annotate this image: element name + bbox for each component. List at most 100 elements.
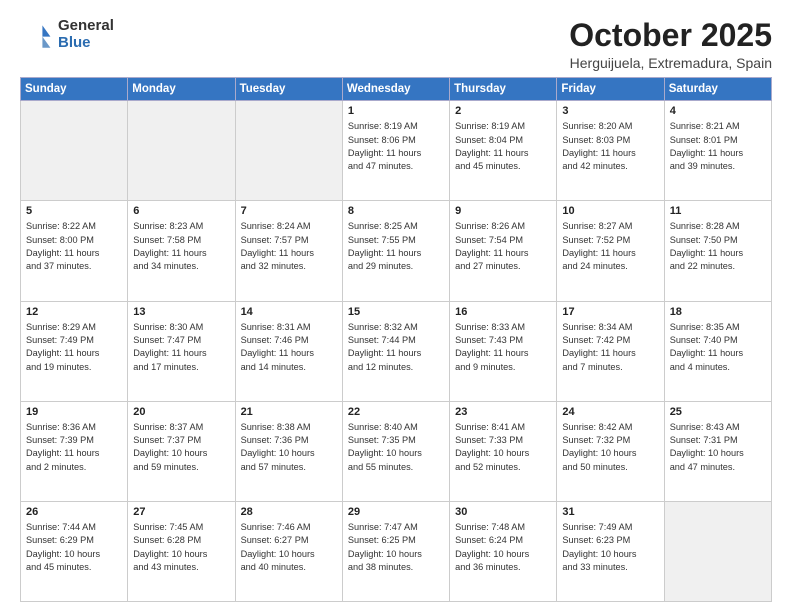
calendar-cell: 28 Sunrise: 7:46 AM Sunset: 6:27 PM Dayli… (235, 501, 342, 601)
day-info: Sunrise: 8:19 AM Sunset: 8:04 PM Dayligh… (455, 120, 551, 173)
day-info: Sunrise: 8:23 AM Sunset: 7:58 PM Dayligh… (133, 220, 229, 273)
calendar-cell: 3 Sunrise: 8:20 AM Sunset: 8:03 PM Daylig… (557, 101, 664, 201)
day-number: 27 (133, 506, 229, 518)
calendar-cell: 27Sunrise: 7:45 AM Sunset: 6:28 PM Dayli… (128, 501, 235, 601)
day-info: Sunrise: 8:29 AM Sunset: 7:49 PM Dayligh… (26, 321, 122, 374)
calendar-cell: 6 Sunrise: 8:23 AM Sunset: 7:58 PM Daylig… (128, 201, 235, 301)
page: General Blue October 2025 Herguijuela, E… (0, 0, 792, 612)
day-info: Sunrise: 8:34 AM Sunset: 7:42 PM Dayligh… (562, 321, 658, 374)
calendar-cell: 13 Sunrise: 8:30 AM Sunset: 7:47 PM Dayli… (128, 301, 235, 401)
calendar-cell: 24 Sunrise: 8:42 AM Sunset: 7:32 PM Dayli… (557, 401, 664, 501)
day-number: 28 (241, 506, 337, 518)
day-number: 3 (562, 105, 658, 117)
calendar-cell (235, 101, 342, 201)
week-row-1: 5 Sunrise: 8:22 AM Sunset: 8:00 PM Daylig… (21, 201, 772, 301)
weekday-header-sunday: Sunday (21, 78, 128, 101)
day-number: 9 (455, 205, 551, 217)
day-info: Sunrise: 8:43 AM Sunset: 7:31 PM Dayligh… (670, 421, 766, 474)
day-info: Sunrise: 8:33 AM Sunset: 7:43 PM Dayligh… (455, 321, 551, 374)
day-number: 19 (26, 406, 122, 418)
weekday-header-tuesday: Tuesday (235, 78, 342, 101)
calendar-table: SundayMondayTuesdayWednesdayThursdayFrid… (20, 77, 772, 602)
calendar-cell (21, 101, 128, 201)
day-info: Sunrise: 8:42 AM Sunset: 7:32 PM Dayligh… (562, 421, 658, 474)
calendar-cell: 11 Sunrise: 8:28 AM Sunset: 7:50 PM Dayli… (664, 201, 771, 301)
day-number: 10 (562, 205, 658, 217)
weekday-header-wednesday: Wednesday (342, 78, 449, 101)
calendar-cell: 19 Sunrise: 8:36 AM Sunset: 7:39 PM Dayli… (21, 401, 128, 501)
day-number: 17 (562, 306, 658, 318)
day-number: 12 (26, 306, 122, 318)
calendar-cell: 2Sunrise: 8:19 AM Sunset: 8:04 PM Daylig… (450, 101, 557, 201)
calendar-cell: 7 Sunrise: 8:24 AM Sunset: 7:57 PM Daylig… (235, 201, 342, 301)
day-number: 25 (670, 406, 766, 418)
day-number: 8 (348, 205, 444, 217)
day-number: 6 (133, 205, 229, 217)
day-info: Sunrise: 8:32 AM Sunset: 7:44 PM Dayligh… (348, 321, 444, 374)
day-number: 18 (670, 306, 766, 318)
logo-blue-text: Blue (58, 35, 114, 52)
day-info: Sunrise: 8:28 AM Sunset: 7:50 PM Dayligh… (670, 220, 766, 273)
weekday-header-friday: Friday (557, 78, 664, 101)
day-info: Sunrise: 7:46 AM Sunset: 6:27 PM Dayligh… (241, 521, 337, 574)
day-number: 23 (455, 406, 551, 418)
calendar-cell: 22 Sunrise: 8:40 AM Sunset: 7:35 PM Dayli… (342, 401, 449, 501)
calendar-cell: 29 Sunrise: 7:47 AM Sunset: 6:25 PM Dayli… (342, 501, 449, 601)
calendar-cell: 8 Sunrise: 8:25 AM Sunset: 7:55 PM Daylig… (342, 201, 449, 301)
calendar-cell: 17 Sunrise: 8:34 AM Sunset: 7:42 PM Dayli… (557, 301, 664, 401)
day-number: 7 (241, 205, 337, 217)
day-info: Sunrise: 8:36 AM Sunset: 7:39 PM Dayligh… (26, 421, 122, 474)
day-number: 30 (455, 506, 551, 518)
day-info: Sunrise: 8:22 AM Sunset: 8:00 PM Dayligh… (26, 220, 122, 273)
calendar-cell: 12 Sunrise: 8:29 AM Sunset: 7:49 PM Dayli… (21, 301, 128, 401)
day-info: Sunrise: 8:26 AM Sunset: 7:54 PM Dayligh… (455, 220, 551, 273)
day-info: Sunrise: 7:49 AM Sunset: 6:23 PM Dayligh… (562, 521, 658, 574)
calendar-cell: 26 Sunrise: 7:44 AM Sunset: 6:29 PM Dayli… (21, 501, 128, 601)
calendar-cell: 31 Sunrise: 7:49 AM Sunset: 6:23 PM Dayli… (557, 501, 664, 601)
calendar-cell: 20Sunrise: 8:37 AM Sunset: 7:37 PM Dayli… (128, 401, 235, 501)
day-info: Sunrise: 8:24 AM Sunset: 7:57 PM Dayligh… (241, 220, 337, 273)
calendar-cell: 21Sunrise: 8:38 AM Sunset: 7:36 PM Dayli… (235, 401, 342, 501)
day-number: 29 (348, 506, 444, 518)
weekday-header-thursday: Thursday (450, 78, 557, 101)
logo-general-text: General (58, 18, 114, 35)
day-number: 21 (241, 406, 337, 418)
day-number: 15 (348, 306, 444, 318)
day-info: Sunrise: 7:44 AM Sunset: 6:29 PM Dayligh… (26, 521, 122, 574)
day-number: 1 (348, 105, 444, 117)
calendar-cell: 16 Sunrise: 8:33 AM Sunset: 7:43 PM Dayli… (450, 301, 557, 401)
weekday-header-saturday: Saturday (664, 78, 771, 101)
day-info: Sunrise: 8:40 AM Sunset: 7:35 PM Dayligh… (348, 421, 444, 474)
day-info: Sunrise: 8:41 AM Sunset: 7:33 PM Dayligh… (455, 421, 551, 474)
day-number: 26 (26, 506, 122, 518)
day-info: Sunrise: 7:47 AM Sunset: 6:25 PM Dayligh… (348, 521, 444, 574)
day-number: 24 (562, 406, 658, 418)
logo-text: General Blue (58, 18, 114, 51)
day-number: 22 (348, 406, 444, 418)
day-number: 5 (26, 205, 122, 217)
week-row-3: 19 Sunrise: 8:36 AM Sunset: 7:39 PM Dayli… (21, 401, 772, 501)
day-number: 11 (670, 205, 766, 217)
day-info: Sunrise: 8:30 AM Sunset: 7:47 PM Dayligh… (133, 321, 229, 374)
month-title: October 2025 (569, 18, 772, 53)
day-info: Sunrise: 8:25 AM Sunset: 7:55 PM Dayligh… (348, 220, 444, 273)
calendar-cell (128, 101, 235, 201)
day-info: Sunrise: 8:31 AM Sunset: 7:46 PM Dayligh… (241, 321, 337, 374)
day-info: Sunrise: 8:35 AM Sunset: 7:40 PM Dayligh… (670, 321, 766, 374)
day-number: 14 (241, 306, 337, 318)
calendar-cell: 30 Sunrise: 7:48 AM Sunset: 6:24 PM Dayli… (450, 501, 557, 601)
day-info: Sunrise: 7:48 AM Sunset: 6:24 PM Dayligh… (455, 521, 551, 574)
day-number: 31 (562, 506, 658, 518)
day-info: Sunrise: 8:19 AM Sunset: 8:06 PM Dayligh… (348, 120, 444, 173)
calendar-cell: 9 Sunrise: 8:26 AM Sunset: 7:54 PM Daylig… (450, 201, 557, 301)
weekday-header-row: SundayMondayTuesdayWednesdayThursdayFrid… (21, 78, 772, 101)
day-number: 16 (455, 306, 551, 318)
day-number: 4 (670, 105, 766, 117)
day-number: 20 (133, 406, 229, 418)
day-info: Sunrise: 8:27 AM Sunset: 7:52 PM Dayligh… (562, 220, 658, 273)
day-number: 13 (133, 306, 229, 318)
day-info: Sunrise: 8:20 AM Sunset: 8:03 PM Dayligh… (562, 120, 658, 173)
calendar-cell: 25 Sunrise: 8:43 AM Sunset: 7:31 PM Dayli… (664, 401, 771, 501)
calendar-cell: 1 Sunrise: 8:19 AM Sunset: 8:06 PM Daylig… (342, 101, 449, 201)
location: Herguijuela, Extremadura, Spain (569, 55, 772, 71)
